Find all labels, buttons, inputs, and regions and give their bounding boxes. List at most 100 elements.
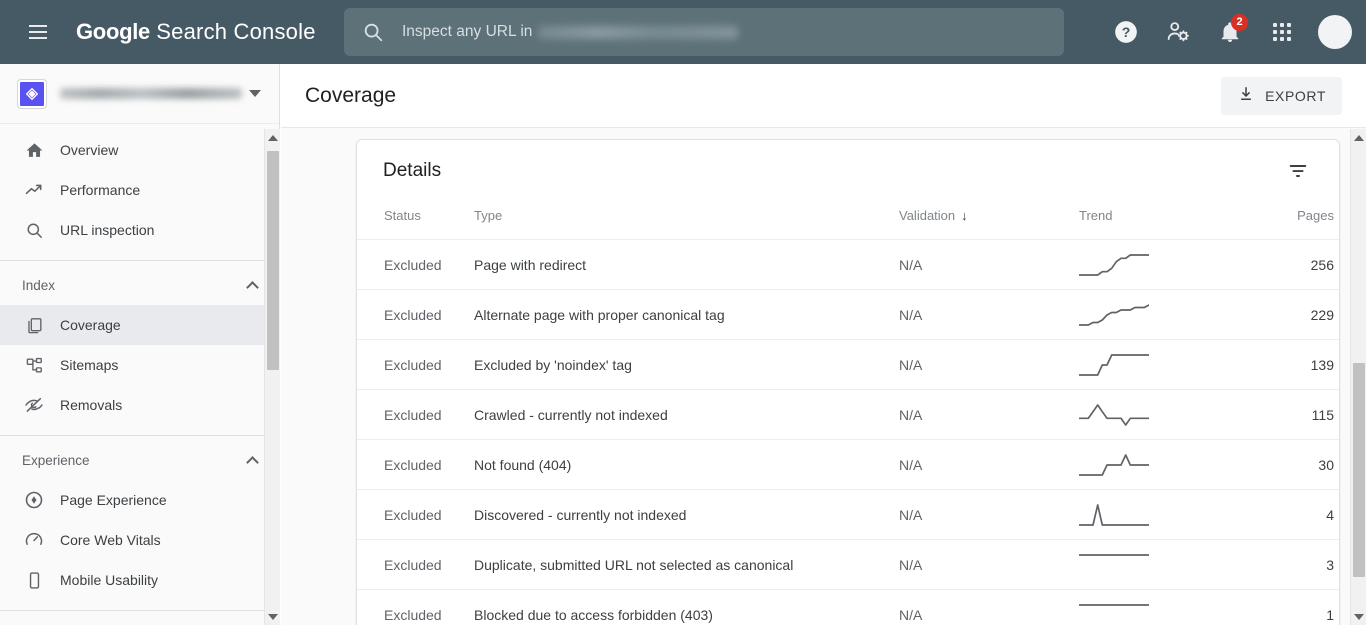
column-header-validation[interactable]: Validation ↓ [899, 202, 1079, 240]
redacted-property-url [538, 25, 739, 39]
scroll-down-arrow[interactable] [265, 608, 281, 625]
brand-google: Google [76, 19, 150, 44]
main-scrollbar[interactable] [1350, 129, 1366, 625]
cell-validation: N/A [899, 256, 923, 273]
column-header-validation-label: Validation [899, 208, 956, 223]
notifications-bell-icon[interactable]: 2 [1206, 8, 1254, 56]
page-title: Coverage [305, 83, 397, 107]
cell-pages: 115 [1311, 406, 1334, 423]
chevron-up-icon[interactable] [246, 280, 259, 294]
cell-status: Excluded [384, 306, 442, 323]
triangle-down-icon [268, 613, 278, 620]
cell-type: Discovered - currently not indexed [474, 506, 687, 523]
sidebar-group-index[interactable]: Index [0, 265, 279, 305]
sidebar-item-removals[interactable]: Removals [0, 385, 279, 425]
header-actions: ? 2 [1102, 0, 1352, 64]
cell-trend-sparkline [1079, 390, 1234, 440]
home-icon [22, 141, 46, 160]
column-header-pages[interactable]: Pages [1234, 202, 1339, 240]
top-header-bar: Google Search Console Inspect any URL in… [0, 0, 1366, 64]
cell-validation: N/A [899, 456, 923, 473]
sidebar-item-page-experience[interactable]: Page Experience [0, 480, 279, 520]
sitemap-tree-icon [22, 356, 46, 375]
hamburger-bar [29, 31, 47, 33]
table-row[interactable]: Excluded Alternate page with proper canon… [357, 289, 1339, 340]
filter-funnel-icon[interactable] [1281, 154, 1315, 188]
table-header-row: Status Type Validation ↓ Trend Pages [357, 202, 1339, 240]
sidebar-group-label: Experience [22, 452, 90, 468]
column-header-type[interactable]: Type [474, 202, 899, 240]
notification-count-badge: 2 [1231, 14, 1248, 31]
cell-type: Duplicate, submitted URL not selected as… [474, 556, 794, 573]
column-header-trend[interactable]: Trend [1079, 202, 1234, 240]
property-logo-icon [18, 79, 46, 108]
table-row[interactable]: Excluded Duplicate, submitted URL not sel… [357, 539, 1339, 590]
sidebar-item-core-web-vitals[interactable]: Core Web Vitals [0, 520, 279, 560]
cell-pages: 139 [1310, 356, 1334, 373]
table-row[interactable]: Excluded Not found (404) N/A 30 [357, 439, 1339, 490]
cell-status: Excluded [384, 606, 442, 623]
main-scrollbar-thumb[interactable] [1353, 363, 1365, 577]
page-experience-icon [22, 490, 46, 510]
sidebar-item-url-inspection[interactable]: URL inspection [0, 210, 279, 250]
export-button[interactable]: EXPORT [1221, 76, 1342, 115]
scroll-down-arrow[interactable] [1351, 608, 1366, 625]
table-row[interactable]: Excluded Page with redirect N/A 256 [357, 239, 1339, 290]
google-apps-grid-icon[interactable] [1258, 8, 1306, 56]
column-header-status[interactable]: Status [357, 202, 474, 240]
cell-status: Excluded [384, 506, 442, 523]
cell-trend-sparkline [1079, 440, 1234, 490]
hamburger-menu-icon[interactable] [10, 0, 66, 64]
caret-down-icon[interactable] [249, 90, 261, 97]
table-row[interactable]: Excluded Blocked due to access forbidden … [357, 589, 1339, 625]
sidebar-item-mobile-usability[interactable]: Mobile Usability [0, 560, 279, 600]
cell-pages: 1 [1326, 606, 1334, 623]
content-scroll-region: Details Status Type Validation ↓ Trend P… [281, 128, 1366, 625]
coverage-details-table: Status Type Validation ↓ Trend Pages Exc… [357, 202, 1339, 625]
account-settings-icon[interactable] [1154, 8, 1202, 56]
sidebar-item-performance[interactable]: Performance [0, 170, 279, 210]
sidebar-item-coverage[interactable]: Coverage [0, 305, 279, 345]
sidebar-scrollbar-thumb[interactable] [267, 151, 279, 370]
left-sidebar: Overview Performance URL inspection Inde… [0, 64, 280, 625]
triangle-up-icon [268, 134, 278, 141]
cell-trend-sparkline [1079, 240, 1234, 290]
user-avatar[interactable] [1318, 15, 1352, 49]
table-header: Status Type Validation ↓ Trend Pages [357, 202, 1339, 240]
sidebar-item-overview[interactable]: Overview [0, 130, 279, 170]
cell-type: Excluded by 'noindex' tag [474, 356, 632, 373]
sidebar-item-label: Overview [60, 142, 119, 158]
cell-type: Alternate page with proper canonical tag [474, 306, 725, 323]
details-title: Details [383, 160, 442, 181]
cell-type: Blocked due to access forbidden (403) [474, 606, 713, 623]
sidebar-item-label: URL inspection [60, 222, 155, 238]
eye-off-icon [22, 395, 46, 415]
help-icon[interactable]: ? [1102, 8, 1150, 56]
trending-up-icon [22, 180, 46, 200]
apps-grid-dots [1273, 23, 1291, 41]
sidebar-scrollbar[interactable] [264, 129, 280, 625]
property-selector[interactable] [0, 64, 279, 124]
table-row[interactable]: Excluded Crawled - currently not indexed N… [357, 389, 1339, 440]
sidebar-item-label: Mobile Usability [60, 572, 159, 588]
url-inspection-search-bar[interactable]: Inspect any URL in [344, 8, 1064, 56]
sidebar-nav: Overview Performance URL inspection Inde… [0, 124, 279, 611]
table-row[interactable]: Excluded Excluded by 'noindex' tag N/A 139 [357, 339, 1339, 390]
cell-trend-sparkline [1079, 590, 1234, 625]
sidebar-group-experience[interactable]: Experience [0, 440, 279, 480]
chevron-up-icon[interactable] [246, 455, 259, 469]
hamburger-bar [29, 37, 47, 39]
cell-trend-sparkline [1079, 540, 1234, 590]
cell-status: Excluded [384, 456, 442, 473]
triangle-down-icon [1354, 613, 1364, 620]
search-input[interactable]: Inspect any URL in [402, 23, 532, 41]
table-row[interactable]: Excluded Discovered - currently not index… [357, 489, 1339, 540]
scroll-up-arrow[interactable] [265, 129, 281, 146]
sidebar-item-sitemaps[interactable]: Sitemaps [0, 345, 279, 385]
sidebar-item-label: Sitemaps [60, 357, 119, 373]
app-brand-title: Google Search Console [76, 19, 316, 45]
cell-validation: N/A [899, 406, 923, 423]
scroll-up-arrow[interactable] [1351, 129, 1366, 146]
table-body: Excluded Page with redirect N/A 256 Excluded… [357, 239, 1339, 625]
triangle-up-icon [1354, 134, 1364, 141]
